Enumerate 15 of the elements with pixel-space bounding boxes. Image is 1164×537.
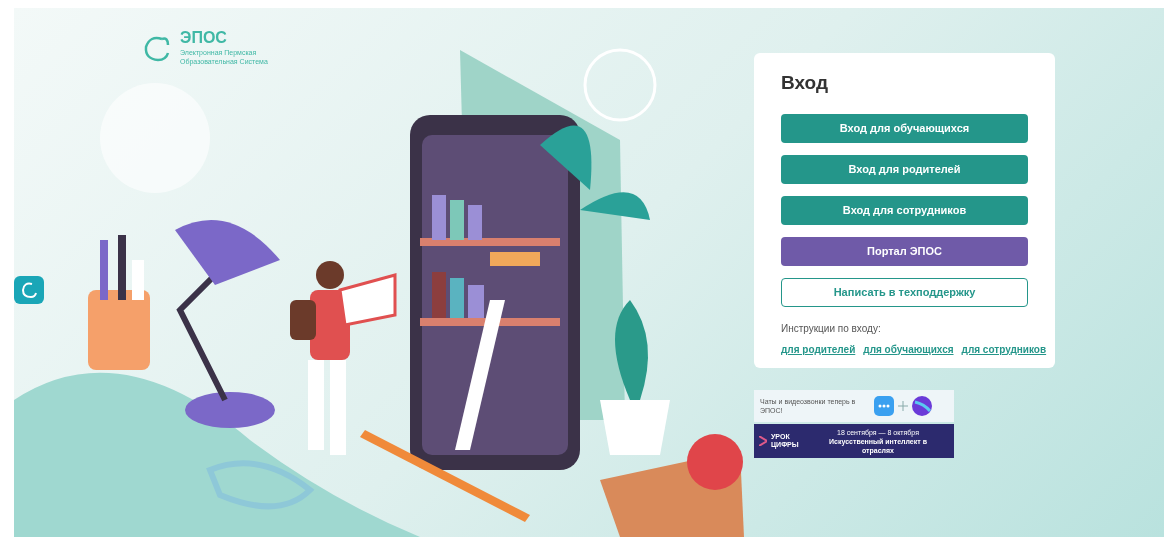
sphere-icon [912,396,932,416]
login-button[interactable]: Портал ЭПОС [781,236,1028,266]
login-button[interactable]: Вход для родителей [781,154,1028,184]
chat-app-icon [874,396,894,416]
login-button[interactable]: Вход для обучающихся [781,113,1028,143]
plus-icon [898,401,908,411]
instruction-link[interactable]: для родителей [781,341,856,357]
instruction-link[interactable]: для сотрудников [961,341,1047,357]
login-button[interactable]: Вход для сотрудников [781,195,1028,225]
instruction-link[interactable]: для обучающихся [863,341,954,357]
instructions-label: Инструкции по входу: [781,321,882,336]
login-button[interactable]: Написать в техподдержку [781,277,1028,307]
logo-title: ЭПОС [180,30,228,46]
login-title: Вход [781,71,829,95]
chevron-icon [759,436,767,446]
